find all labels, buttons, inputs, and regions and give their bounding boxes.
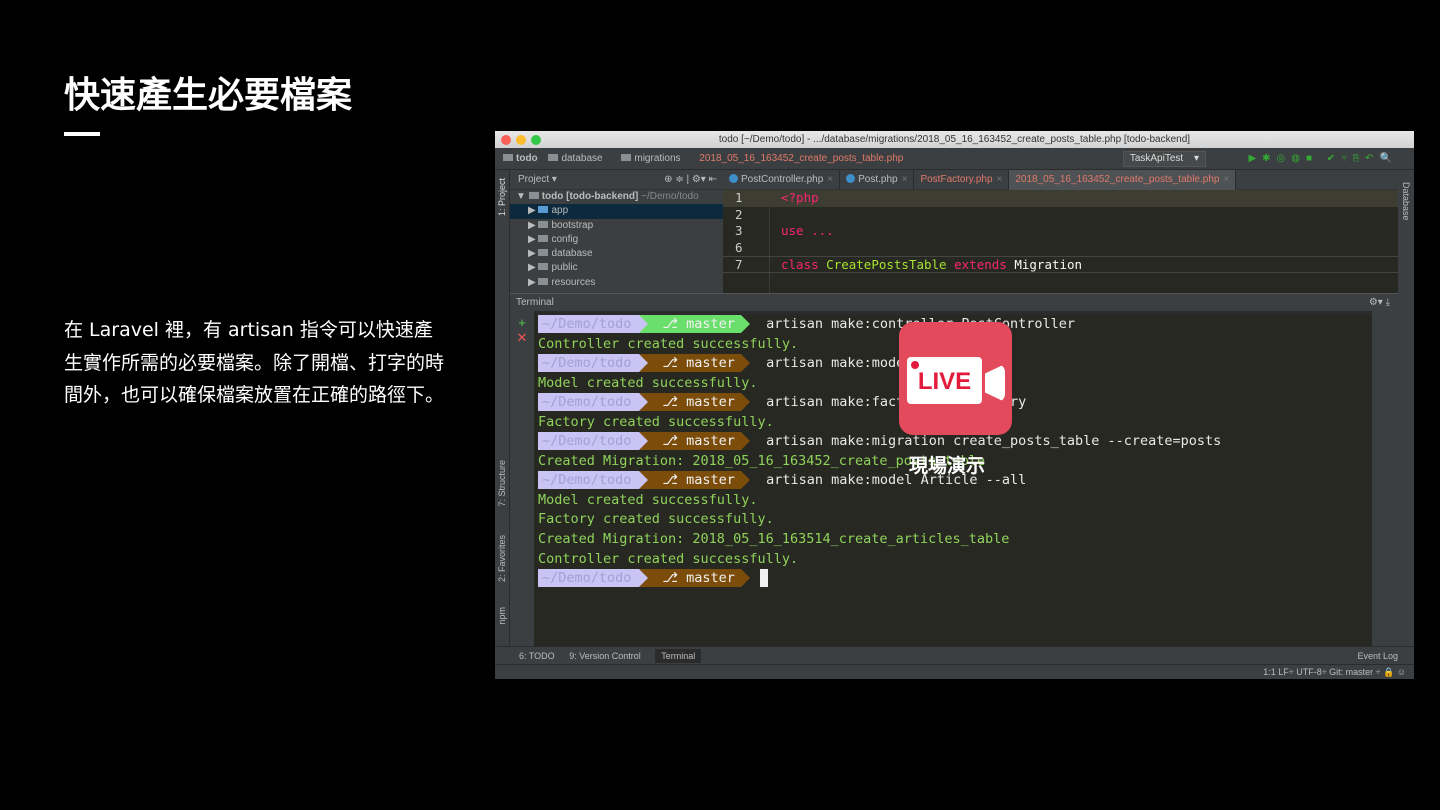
code-line: 2	[735, 206, 743, 222]
terminal-prompt-line: ~/Demo/todo ⎇ master	[538, 569, 1372, 589]
output-text: Factory created successfully.	[538, 511, 774, 528]
prompt-path: ~/Demo/todo	[538, 432, 640, 451]
tool-version-control[interactable]: 9: Version Control	[569, 651, 641, 661]
prompt-branch: ⎇ master	[648, 569, 741, 588]
title-underline	[64, 132, 100, 136]
output-text: Controller created successfully.	[538, 335, 799, 352]
terminal-scrollbar[interactable]	[1372, 311, 1398, 646]
breadcrumb-item[interactable]: database	[548, 153, 610, 164]
slide-paragraph: 在 Laravel 裡，有 artisan 指令可以快速產生實作所需的必要檔案。…	[64, 319, 445, 406]
prompt-path: ~/Demo/todo	[538, 315, 640, 333]
code-line: 6	[735, 239, 743, 255]
folder-icon	[538, 220, 549, 228]
tree-root[interactable]: ▼ todo [todo-backend] ~/Demo/todo	[510, 190, 723, 204]
close-session-icon[interactable]: ✕	[510, 330, 534, 346]
toolbar-icons[interactable]: ▶✱◎◍■ ✔⑂⎘↶🔍	[1248, 148, 1398, 170]
live-demo-caption: 現場演示	[909, 455, 986, 477]
tab-postfactory[interactable]: PostFactory.php ×	[914, 170, 1010, 190]
tool-project[interactable]: 1: Project	[497, 178, 507, 216]
breadcrumb-item[interactable]: 2018_05_16_163452_create_posts_table.php	[699, 153, 903, 164]
code-line: 3 use ...	[735, 223, 834, 239]
prompt-path: ~/Demo/todo	[538, 471, 640, 490]
folder-icon	[538, 263, 549, 271]
tree-item[interactable]: ▶ database	[510, 247, 723, 261]
close-button[interactable]	[501, 135, 511, 145]
terminal-gutter: + ✕	[510, 311, 534, 646]
status-bar: 1:1 LF÷ UTF-8÷ Git: master ÷ 🔒 ☺	[495, 664, 1414, 679]
folder-icon	[621, 154, 632, 161]
terminal-output-line: Created Migration: 2018_05_16_163514_cre…	[538, 530, 1372, 550]
prompt-branch: ⎇ master	[648, 315, 741, 333]
prompt-path: ~/Demo/todo	[538, 569, 640, 588]
project-header[interactable]: Project ▾ ⊕ ≑ | ⚙▾ ⇤	[510, 170, 723, 190]
status-text[interactable]: 1:1 LF÷ UTF-8÷ Git: master ÷	[1263, 667, 1380, 677]
tree-item[interactable]: ▶ app	[510, 204, 723, 219]
terminal-output-line: Controller created successfully.	[538, 550, 1372, 570]
folder-icon	[548, 154, 559, 161]
code-editor[interactable]: 1 <?php 2 3 use ... 6 7 class CreatePostsTa…	[723, 190, 1398, 293]
left-tool-strip: 1: Project 7: Structure 2: Favorites npm	[495, 170, 510, 648]
tool-database[interactable]: Database	[1401, 182, 1411, 221]
tab-post[interactable]: Post.php ×	[840, 170, 915, 190]
tool-todo[interactable]: 6: TODO	[519, 651, 555, 661]
tree-item[interactable]: ▶ config	[510, 233, 723, 247]
bottom-tool-tabs: 6: TODO 9: Version Control Terminal Even…	[495, 646, 1414, 664]
command-text: artisan make:model Article --all	[766, 472, 1027, 489]
command-text: artisan make:migration create_posts_tabl…	[766, 433, 1222, 450]
window-title: todo [~/Demo/todo] - .../database/migrat…	[718, 134, 1191, 145]
terminal-header: Terminal ⚙▾ ⤓	[510, 293, 1398, 311]
title-bar: todo [~/Demo/todo] - .../database/migrat…	[495, 131, 1414, 148]
project-panel: Project ▾ ⊕ ≑ | ⚙▾ ⇤ ▼ todo [todo-backen…	[510, 170, 723, 293]
run-config-select[interactable]: TaskApiTest ▾	[1122, 151, 1206, 167]
code-line: 1 <?php	[723, 190, 1398, 207]
maximize-button[interactable]	[531, 135, 541, 145]
terminal-prompt-line: ~/Demo/todo ⎇ master artisan make:migrati…	[538, 432, 1372, 452]
output-text: Model created successfully.	[538, 491, 758, 508]
prompt-path: ~/Demo/todo	[538, 393, 640, 412]
minimize-button[interactable]	[516, 135, 526, 145]
output-text: Factory created successfully.	[538, 413, 774, 430]
prompt-branch: ⎇ master	[648, 471, 741, 490]
folder-icon	[538, 206, 549, 214]
output-text: Controller created successfully.	[538, 550, 799, 567]
tool-terminal[interactable]: Terminal	[655, 649, 702, 663]
php-class-icon	[729, 174, 738, 183]
tool-favorites[interactable]: 2: Favorites	[497, 535, 507, 582]
right-tool-strip: Database	[1398, 170, 1414, 648]
breadcrumb-item[interactable]: todo	[503, 153, 538, 164]
folder-icon	[538, 249, 549, 257]
folder-icon	[538, 277, 549, 285]
code-line: 7 class CreatePostsTable extends Migratio…	[723, 256, 1398, 273]
terminal-settings-icon[interactable]: ⚙▾ ⤓	[1369, 294, 1390, 312]
tab-postcontroller[interactable]: PostController.php ×	[723, 170, 841, 190]
breadcrumb: todo database migrations 2018_05_16_1634…	[495, 148, 1414, 170]
camera-icon	[985, 364, 1005, 402]
terminal-output-line: Model created successfully.	[538, 491, 1372, 511]
prompt-branch: ⎇ master	[648, 432, 741, 451]
tool-npm[interactable]: npm	[497, 607, 507, 625]
tool-structure[interactable]: 7: Structure	[497, 460, 507, 507]
breadcrumb-item[interactable]: migrations	[621, 153, 688, 164]
folder-icon	[538, 234, 549, 242]
php-class-icon	[846, 174, 856, 183]
folder-icon	[503, 154, 513, 161]
prompt-path: ~/Demo/todo	[538, 354, 640, 373]
live-demo-icon: LIVE	[899, 322, 1012, 435]
prompt-branch: ⎇ master	[648, 354, 741, 373]
output-text: Created Migration: 2018_05_16_163514_cre…	[538, 531, 1010, 548]
new-session-icon[interactable]: +	[510, 315, 534, 330]
output-text: Model created successfully.	[538, 374, 758, 391]
terminal-cursor	[759, 569, 768, 588]
tree-item[interactable]: ▶ bootstrap	[510, 219, 723, 233]
event-log[interactable]: Event Log	[1357, 647, 1398, 665]
tab-migration[interactable]: 2018_05_16_163452_create_posts_table.php…	[1009, 170, 1237, 192]
editor-tabs: PostController.php × Post.php × PostFactory.…	[723, 170, 1398, 192]
terminal-output-line: Factory created successfully.	[538, 510, 1372, 530]
slide-title: 快速產生必要檔案	[64, 75, 353, 116]
tree-item[interactable]: ▶ public	[510, 261, 723, 275]
prompt-branch: ⎇ master	[648, 393, 741, 412]
folder-icon	[528, 192, 539, 199]
tree-item[interactable]: ▶ resources	[510, 276, 723, 290]
